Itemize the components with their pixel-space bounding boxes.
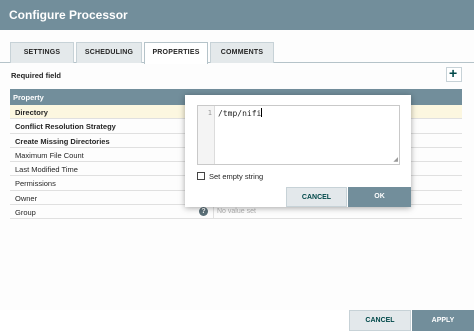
editor-ok-button[interactable]: OK [348, 187, 411, 207]
apply-button[interactable]: APPLY [412, 310, 474, 331]
column-header-property: Property [13, 93, 44, 102]
property-name: Maximum File Count [15, 150, 84, 160]
table-row[interactable]: Group ? No value set [10, 205, 462, 220]
editor-cancel-button[interactable]: CANCEL [286, 187, 347, 207]
tab-properties[interactable]: PROPERTIES [144, 42, 208, 64]
column-divider [213, 205, 214, 219]
property-name: Group [15, 208, 36, 218]
property-name: Directory [15, 108, 48, 117]
resize-handle-icon[interactable]: ◢ [393, 157, 398, 163]
cancel-button[interactable]: CANCEL [349, 310, 411, 331]
tab-settings[interactable]: SETTINGS [10, 42, 74, 63]
line-gutter: 1 [198, 106, 215, 164]
value-text[interactable]: /tmp/nifi [218, 108, 263, 118]
line-number: 1 [207, 109, 212, 117]
value-textarea[interactable]: 1 /tmp/nifi ◢ [197, 105, 400, 165]
required-field-label: Required field [11, 71, 62, 80]
set-empty-string-checkbox[interactable] [197, 172, 205, 180]
tab-comments[interactable]: COMMENTS [210, 42, 274, 63]
help-icon[interactable]: ? [199, 207, 208, 217]
property-name: Owner [15, 193, 38, 203]
tab-scheduling[interactable]: SCHEDULING [76, 42, 142, 63]
property-value[interactable]: No value set [217, 208, 256, 215]
property-name: Permissions [15, 179, 56, 189]
plus-icon: + [449, 65, 458, 81]
property-value-editor: 1 /tmp/nifi ◢ Set empty string CANCEL OK [185, 95, 411, 207]
dialog-titlebar: Configure Processor [0, 0, 474, 30]
dialog-title: Configure Processor [9, 8, 128, 22]
property-name: Create Missing Directories [15, 136, 110, 146]
property-name: Last Modified Time [15, 165, 78, 175]
set-empty-string-label: Set empty string [209, 172, 264, 181]
text-cursor [261, 108, 263, 117]
add-property-button[interactable]: + [446, 65, 462, 82]
value-text-content: /tmp/nifi [218, 109, 262, 118]
property-name: Conflict Resolution Strategy [15, 122, 116, 132]
